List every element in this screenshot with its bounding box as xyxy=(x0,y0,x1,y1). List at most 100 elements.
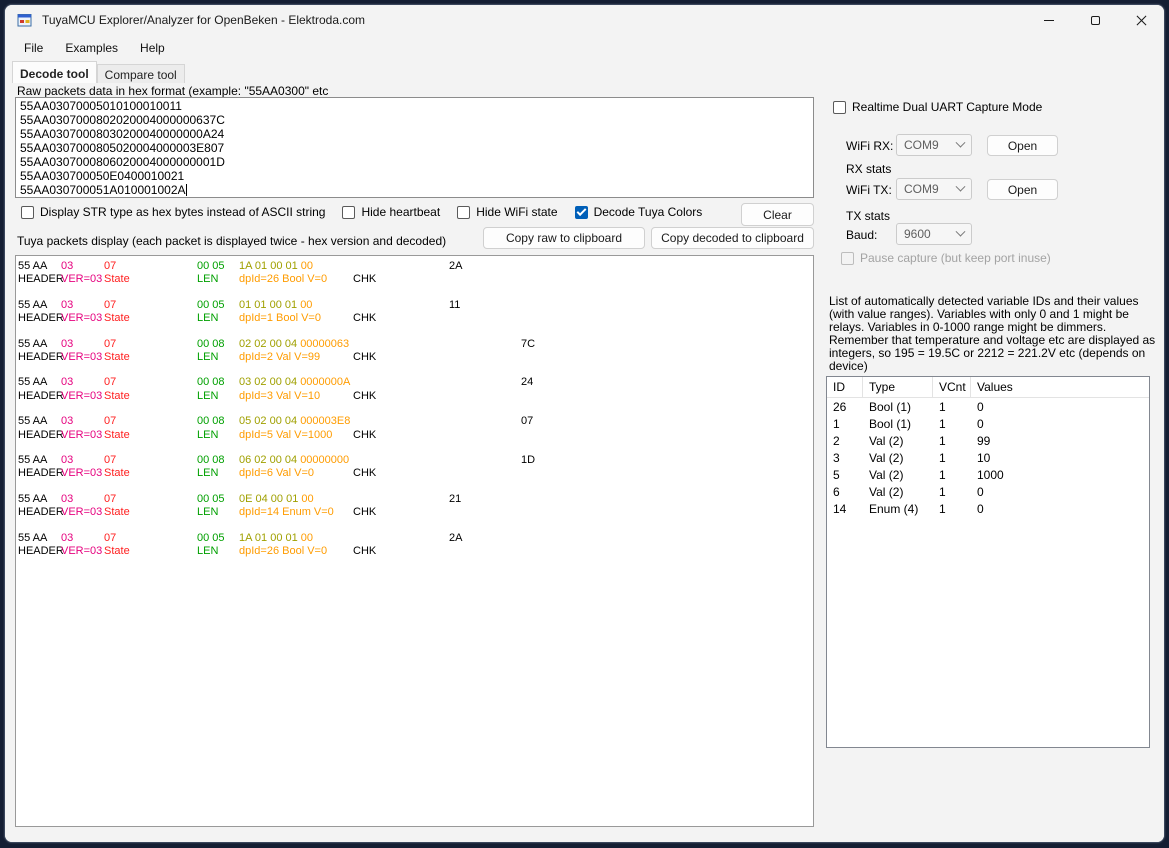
checkbox-box xyxy=(342,205,356,219)
variable-row[interactable]: 26 Bool (1) 1 0 xyxy=(827,398,1149,415)
copy-raw-button[interactable]: Copy raw to clipboard xyxy=(483,227,645,249)
raw-hex-line: 55AA03070005010100010011 xyxy=(20,99,182,113)
packet-entry: 55 AA 03 07 00 05 1A 01 00 01 00 2A HEADER VER=… xyxy=(16,532,813,560)
packet-decoded-line: HEADER VER=03 State LEN dpId=3 Val V=10 CHK xyxy=(18,389,377,402)
packet-decoded-line: HEADER VER=03 State LEN dpId=14 Enum V=0 CHK xyxy=(18,506,377,519)
packet-decoded-line: HEADER VER=03 State LEN dpId=5 Val V=1000 CHK xyxy=(18,428,377,441)
raw-hex-line: 55AA0307000805020004000003E807 xyxy=(20,141,225,155)
packets-display[interactable]: 55 AA 03 07 00 05 1A 01 00 01 00 2A HEADER VER=… xyxy=(15,255,814,827)
option-checkbox-decode-tuya-colors[interactable]: Decode Tuya Colors xyxy=(574,205,703,219)
tab-decode-tool[interactable]: Decode tool xyxy=(12,61,97,83)
option-checkbox-display-str-type-as-hex-bytes-instead-of-ascii-string[interactable]: Display STR type as hex bytes instead of… xyxy=(21,205,325,219)
checkbox-box xyxy=(574,205,588,219)
minimize-button[interactable] xyxy=(1026,5,1072,35)
checkbox-box xyxy=(21,205,34,219)
variable-row[interactable]: 3 Val (2) 1 10 xyxy=(827,449,1149,466)
packet-hex-line: 55 AA 03 07 00 05 0E 04 00 01 00 21 xyxy=(18,492,462,505)
chevron-down-icon xyxy=(955,226,966,237)
variable-row[interactable]: 6 Val (2) 1 0 xyxy=(827,483,1149,500)
menu-file[interactable]: File xyxy=(13,36,54,60)
col-header-id[interactable]: ID xyxy=(827,377,863,397)
options-row: Display STR type as hex bytes instead of… xyxy=(21,203,702,221)
checkbox-label: Hide WiFi state xyxy=(476,205,558,219)
col-header-vcnt[interactable]: VCnt xyxy=(933,377,971,397)
wifi-rx-open-button[interactable]: Open xyxy=(987,135,1058,156)
minimize-icon xyxy=(1044,19,1054,21)
option-checkbox-hide-heartbeat[interactable]: Hide heartbeat xyxy=(342,205,440,219)
checkbox-label: Display STR type as hex bytes instead of… xyxy=(40,205,326,219)
packet-hex-line: 55 AA 03 07 00 05 01 01 00 01 00 11 xyxy=(18,298,461,311)
col-header-type[interactable]: Type xyxy=(863,377,933,397)
packet-hex-line: 55 AA 03 07 00 08 05 02 00 04 000003E8 07 xyxy=(18,415,534,428)
raw-hex-input[interactable]: 55AA03070005010100010011 55AA030700080202… xyxy=(15,97,814,198)
checkbox-label: Decode Tuya Colors xyxy=(593,205,703,219)
realtime-capture-checkbox[interactable]: Realtime Dual UART Capture Mode xyxy=(833,100,1042,114)
wifi-tx-port-select[interactable]: COM9 xyxy=(896,178,972,200)
raw-packets-label: Raw packets data in hex format (example:… xyxy=(17,84,329,98)
wifi-rx-label: WiFi RX: xyxy=(846,139,894,153)
title-bar[interactable]: TuyaMCU Explorer/Analyzer for OpenBeken … xyxy=(5,5,1164,35)
raw-hex-line: 55AA0307000802020004000000637C xyxy=(20,113,225,127)
wifi-tx-open-button[interactable]: Open xyxy=(987,179,1058,200)
wifi-tx-label: WiFi TX: xyxy=(846,183,892,197)
checkbox-label: Realtime Dual UART Capture Mode xyxy=(852,100,1043,114)
raw-hex-line: 55AA0307000806020004000000001D xyxy=(20,155,225,169)
checkbox-box xyxy=(457,205,471,219)
packet-entry: 55 AA 03 07 00 08 03 02 00 04 0000000A 24 HEAD… xyxy=(16,376,813,404)
close-icon xyxy=(1136,15,1147,26)
copy-decoded-button[interactable]: Copy decoded to clipboard xyxy=(651,227,814,249)
packet-entry: 55 AA 03 07 00 08 06 02 00 04 00000000 1D HEAD… xyxy=(16,454,813,482)
variable-row[interactable]: 5 Val (2) 1 1000 xyxy=(827,466,1149,483)
maximize-button[interactable] xyxy=(1072,5,1118,35)
packet-decoded-line: HEADER VER=03 State LEN dpId=1 Bool V=0 CHK xyxy=(18,312,377,325)
menu-examples[interactable]: Examples xyxy=(54,36,129,60)
close-button[interactable] xyxy=(1118,5,1164,35)
raw-hex-line: 55AA030700051A010001002A xyxy=(20,183,187,197)
variables-table[interactable]: ID Type VCnt Values 26 Bool (1) 1 0 1 Bool (1… xyxy=(826,376,1150,748)
checkbox-box xyxy=(833,100,846,114)
chevron-down-icon xyxy=(955,181,966,192)
variables-table-body: 26 Bool (1) 1 0 1 Bool (1) 1 0 2 Val (2) 1 99 3 Val (… xyxy=(827,398,1149,517)
packet-hex-line: 55 AA 03 07 00 05 1A 01 00 01 00 2A xyxy=(18,531,463,544)
wifi-rx-port-select[interactable]: COM9 xyxy=(896,134,972,156)
packet-entry: 55 AA 03 07 00 05 1A 01 00 01 00 2A HEADER VER=… xyxy=(16,260,813,288)
decode-tool-page: Raw packets data in hex format (example:… xyxy=(5,83,1164,842)
option-checkbox-hide-wifi-state[interactable]: Hide WiFi state xyxy=(457,205,558,219)
checkbox-box xyxy=(841,251,854,265)
app-window: TuyaMCU Explorer/Analyzer for OpenBeken … xyxy=(4,4,1165,843)
app-icon xyxy=(17,12,33,28)
checkbox-label: Hide heartbeat xyxy=(361,205,441,219)
packet-entry: 55 AA 03 07 00 05 01 01 00 01 00 11 HEADER VER=… xyxy=(16,299,813,327)
combo-value: COM9 xyxy=(904,138,939,152)
packet-hex-line: 55 AA 03 07 00 05 1A 01 00 01 00 2A xyxy=(18,260,463,272)
variable-row[interactable]: 2 Val (2) 1 99 xyxy=(827,432,1149,449)
packet-hex-line: 55 AA 03 07 00 08 02 02 00 04 00000063 7C xyxy=(18,337,536,350)
packet-decoded-line: HEADER VER=03 State LEN dpId=26 Bool V=0 CHK xyxy=(18,273,377,286)
variable-row[interactable]: 1 Bool (1) 1 0 xyxy=(827,415,1149,432)
packets-display-label: Tuya packets display (each packet is dis… xyxy=(17,234,447,248)
tx-stats-label: TX stats xyxy=(846,209,891,223)
baud-select[interactable]: 9600 xyxy=(896,223,972,245)
maximize-icon xyxy=(1090,15,1100,25)
packet-decoded-line: HEADER VER=03 State LEN dpId=6 Val V=0 CHK xyxy=(18,467,377,480)
packet-entry: 55 AA 03 07 00 05 0E 04 00 01 00 21 HEADER VER=… xyxy=(16,493,813,521)
variable-row[interactable]: 14 Enum (4) 1 0 xyxy=(827,500,1149,517)
packet-hex-line: 55 AA 03 07 00 08 06 02 00 04 00000000 1D xyxy=(18,454,536,466)
menu-bar: File Examples Help xyxy=(5,35,1164,61)
clear-button[interactable]: Clear xyxy=(741,203,814,226)
tab-compare-tool[interactable]: Compare tool xyxy=(96,64,185,83)
packet-decoded-line: HEADER VER=03 State LEN dpId=26 Bool V=0 CHK xyxy=(18,544,377,557)
packet-entry: 55 AA 03 07 00 08 02 02 00 04 00000063 7C HEAD… xyxy=(16,338,813,366)
packet-entry: 55 AA 03 07 00 08 05 02 00 04 000003E8 07 HEAD… xyxy=(16,415,813,443)
raw-hex-line: 55AA03070008030200040000000A24 xyxy=(20,127,225,141)
window-title: TuyaMCU Explorer/Analyzer for OpenBeken … xyxy=(42,13,366,27)
packet-hex-line: 55 AA 03 07 00 08 03 02 00 04 0000000A 24 xyxy=(18,376,534,389)
pause-capture-checkbox: Pause capture (but keep port inuse) xyxy=(841,251,1051,265)
menu-help[interactable]: Help xyxy=(129,36,176,60)
variables-description: List of automatically detected variable … xyxy=(829,294,1156,373)
baud-label: Baud: xyxy=(846,228,878,242)
window-controls xyxy=(1026,5,1164,35)
combo-value: 9600 xyxy=(904,227,931,241)
text-caret xyxy=(185,184,187,196)
col-header-values[interactable]: Values xyxy=(971,377,1149,397)
